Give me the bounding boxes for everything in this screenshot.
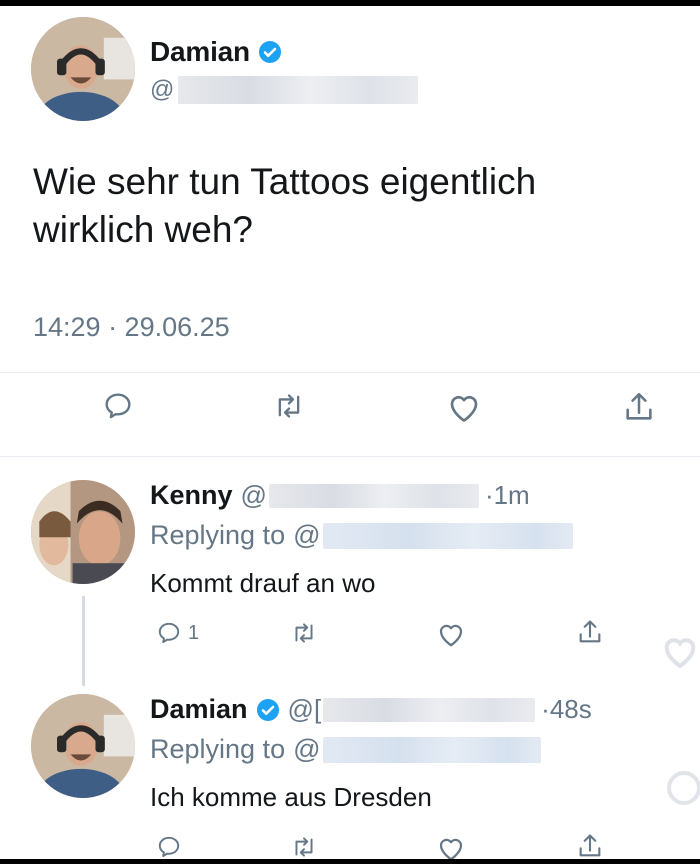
main-author-handle-row: @: [150, 76, 419, 104]
reply-button[interactable]: [156, 834, 182, 860]
speech-bubble-icon: [158, 836, 180, 857]
main-tweet-timestamp[interactable]: 14:29 · 29.06.25: [33, 312, 230, 343]
reply-text: Ich komme aus Dresden: [150, 782, 432, 812]
replying-to-handle-prefix[interactable]: @: [293, 734, 320, 765]
divider: [0, 372, 700, 373]
reply-count: 1: [188, 621, 200, 644]
replying-to-label: Replying to: [150, 520, 286, 550]
share-button[interactable]: [576, 832, 604, 860]
reply-text: Kommt drauf an wo: [150, 568, 376, 598]
replying-to-label: Replying to: [150, 734, 286, 764]
share-icon: [626, 392, 652, 420]
retweet-button[interactable]: [290, 620, 318, 646]
speech-bubble-icon: [105, 393, 131, 419]
bottom-edge-bar: [0, 859, 700, 864]
main-tweet-action-bar: [0, 390, 700, 434]
share-icon: [579, 620, 601, 643]
retweet-icon: [295, 837, 313, 857]
heart-icon: [439, 624, 463, 647]
main-author-name[interactable]: Damian: [150, 36, 250, 68]
reply-author-name[interactable]: Kenny: [150, 480, 233, 511]
redacted-handle: [268, 483, 479, 508]
reply-time[interactable]: ·48s: [541, 694, 592, 725]
reply-author-handle-prefix[interactable]: @[: [288, 694, 322, 725]
heart-icon: [439, 838, 463, 861]
reply-author-handle-prefix[interactable]: @: [241, 480, 267, 511]
like-button[interactable]: [446, 390, 482, 424]
reply-author-avatar[interactable]: [31, 480, 135, 584]
redacted-handle: [323, 697, 536, 722]
top-edge-bar: [0, 0, 700, 6]
verified-badge-icon: [256, 698, 280, 722]
retweet-button[interactable]: [272, 390, 306, 422]
share-button[interactable]: [622, 390, 656, 424]
speech-bubble-icon: [158, 622, 180, 643]
reply-author-avatar[interactable]: [31, 694, 135, 798]
like-button[interactable]: [436, 620, 466, 648]
reply-header: Kenny @ ·1m: [150, 480, 530, 511]
retweet-icon: [295, 623, 313, 643]
heart-icon: [450, 395, 478, 422]
main-author-avatar[interactable]: [31, 17, 135, 121]
reply-button[interactable]: 1: [156, 620, 199, 646]
redacted-handle: [322, 522, 573, 549]
main-tweet-text: Wie sehr tun Tattoos eigentlich wirklich…: [33, 161, 537, 250]
redacted-handle: [322, 736, 541, 763]
verified-badge-icon: [258, 40, 282, 64]
reply-button[interactable]: [102, 390, 134, 422]
divider: [0, 456, 700, 457]
share-button[interactable]: [576, 618, 604, 646]
main-author-handle-prefix[interactable]: @: [150, 76, 174, 104]
reply-header: Damian @[ ·48s: [150, 694, 592, 725]
retweet-icon: [278, 394, 300, 418]
ghost-circle-icon: [664, 768, 700, 813]
retweet-button[interactable]: [290, 834, 318, 860]
main-author-name-row: Damian: [150, 36, 282, 68]
like-button[interactable]: [436, 834, 466, 862]
reply-time[interactable]: ·1m: [485, 480, 530, 511]
replying-to-handle-prefix[interactable]: @: [293, 520, 320, 551]
share-icon: [579, 834, 601, 857]
reply-author-name[interactable]: Damian: [150, 694, 248, 725]
thread-connector-line: [82, 596, 85, 686]
replying-to-row: Replying to @: [150, 520, 573, 551]
ghost-heart-icon: [660, 632, 700, 675]
replying-to-row: Replying to @: [150, 734, 541, 765]
redacted-handle: [178, 76, 419, 104]
